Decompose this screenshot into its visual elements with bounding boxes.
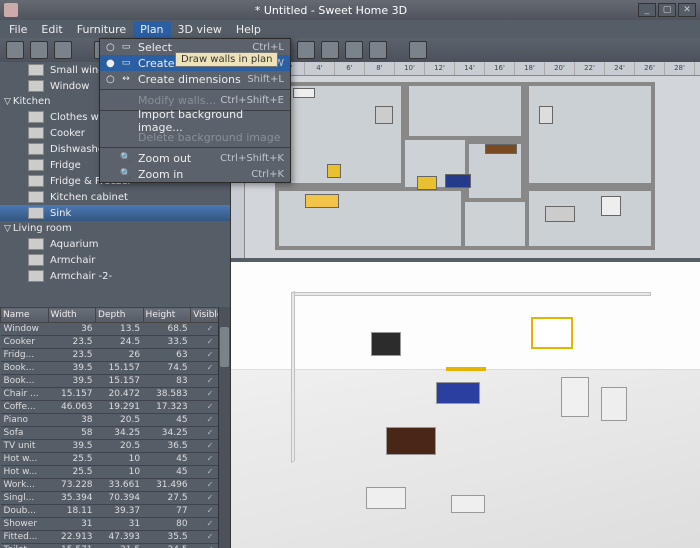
- col-header[interactable]: Width: [48, 308, 96, 323]
- catalog-item-label: Armchair: [50, 255, 95, 266]
- table-row[interactable]: Sofa5834.2534.25: [1, 427, 230, 440]
- dimension-mode-button[interactable]: [369, 41, 387, 59]
- catalog-swatch-icon: [28, 159, 44, 171]
- col-header[interactable]: Depth: [96, 308, 144, 323]
- menu-edit[interactable]: Edit: [34, 21, 69, 38]
- table-row[interactable]: Work...73.22833.66131.496: [1, 479, 230, 492]
- catalog-item[interactable]: Aquarium: [0, 236, 230, 252]
- table-row[interactable]: Chair ...15.15720.47238.583: [1, 388, 230, 401]
- ruler-horizontal: 4"2'4'6'8'10'12'14'16'18'20'22'24'26'28'…: [245, 62, 700, 76]
- select-mode-button[interactable]: [321, 41, 339, 59]
- col-header[interactable]: Height: [143, 308, 191, 323]
- menubar: FileEditFurniturePlan3D viewHelp: [0, 20, 700, 38]
- table-row[interactable]: Cooker23.524.533.5: [1, 336, 230, 349]
- window-controls: _ ▢ ✕: [638, 3, 696, 17]
- right-pane: 4"2'4'6'8'10'12'14'16'18'20'22'24'26'28'…: [231, 62, 700, 548]
- catalog-item-label: Aquarium: [50, 239, 98, 250]
- table-row[interactable]: TV unit39.520.536.5: [1, 440, 230, 453]
- catalog-item[interactable]: Sink: [0, 205, 230, 221]
- tooltip: Draw walls in plan: [175, 52, 278, 67]
- add-furniture-button[interactable]: [297, 41, 315, 59]
- catalog-item[interactable]: Armchair: [0, 252, 230, 268]
- furniture-table[interactable]: NameWidthDepthHeightVisibleWindow3613.56…: [0, 307, 230, 548]
- catalog-item-label: Kitchen cabinet: [50, 192, 128, 203]
- table-row[interactable]: Toilet ...15.57131.524.5: [1, 544, 230, 548]
- menu-plan[interactable]: Plan: [133, 21, 170, 38]
- menu-3d-view[interactable]: 3D view: [171, 21, 229, 38]
- catalog-swatch-icon: [28, 270, 44, 282]
- new-button[interactable]: [6, 41, 24, 59]
- table-scrollbar[interactable]: [218, 307, 230, 548]
- menu-item-zoom-in[interactable]: 🔍Zoom inCtrl+K: [100, 166, 290, 182]
- catalog-item[interactable]: Kitchen cabinet: [0, 189, 230, 205]
- save-button[interactable]: [54, 41, 72, 59]
- wall-mode-button[interactable]: [345, 41, 363, 59]
- table-row[interactable]: Shower313180: [1, 518, 230, 531]
- plan-canvas[interactable]: [245, 76, 700, 258]
- menu-item-import-background-image-[interactable]: Import background image...: [100, 113, 290, 129]
- scroll-thumb[interactable]: [220, 327, 229, 367]
- catalog-item-label: Sink: [50, 208, 71, 219]
- toolbar-right-segment: [291, 38, 700, 62]
- close-button[interactable]: ✕: [678, 3, 696, 17]
- plan-view[interactable]: 4"2'4'6'8'10'12'14'16'18'20'22'24'26'28'…: [231, 62, 700, 262]
- catalog-item-label: Window: [50, 81, 89, 92]
- menu-item-zoom-out[interactable]: 🔍Zoom outCtrl+Shift+K: [100, 150, 290, 166]
- app-icon: [4, 3, 18, 17]
- furniture-table-wrap: NameWidthDepthHeightVisibleWindow3613.56…: [0, 307, 230, 548]
- menu-help[interactable]: Help: [229, 21, 268, 38]
- menu-item-delete-background-image: Delete background image: [100, 129, 290, 145]
- table-row[interactable]: Book...39.515.15774.5: [1, 362, 230, 375]
- catalog-group-living-room[interactable]: ▽Living room: [0, 221, 230, 236]
- catalog-swatch-icon: [28, 207, 44, 219]
- catalog-swatch-icon: [28, 64, 44, 76]
- table-row[interactable]: Book...39.515.15783: [1, 375, 230, 388]
- minimize-button[interactable]: _: [638, 3, 656, 17]
- table-row[interactable]: Fitted...22.91347.39335.5: [1, 531, 230, 544]
- table-row[interactable]: Window3613.568.5: [1, 323, 230, 336]
- menu-file[interactable]: File: [2, 21, 34, 38]
- window-title: * Untitled - Sweet Home 3D: [24, 4, 638, 17]
- catalog-swatch-icon: [28, 254, 44, 266]
- open-button[interactable]: [30, 41, 48, 59]
- table-row[interactable]: Singl...35.39470.39427.5: [1, 492, 230, 505]
- maximize-button[interactable]: ▢: [658, 3, 676, 17]
- table-row[interactable]: Hot w...25.51045: [1, 453, 230, 466]
- menu-furniture[interactable]: Furniture: [70, 21, 133, 38]
- catalog-swatch-icon: [28, 127, 44, 139]
- catalog-item-label: Armchair -2-: [50, 271, 112, 282]
- menu-item-modify-walls-: Modify walls...Ctrl+Shift+E: [100, 92, 290, 108]
- catalog-swatch-icon: [28, 143, 44, 155]
- titlebar: * Untitled - Sweet Home 3D _ ▢ ✕: [0, 0, 700, 20]
- table-row[interactable]: Fridg...23.52663: [1, 349, 230, 362]
- catalog-swatch-icon: [28, 80, 44, 92]
- col-header[interactable]: Name: [1, 308, 49, 323]
- catalog-swatch-icon: [28, 175, 44, 187]
- table-row[interactable]: Piano3820.545: [1, 414, 230, 427]
- catalog-item[interactable]: Armchair -2-: [0, 268, 230, 284]
- table-row[interactable]: Coffe...46.06319.29117.323: [1, 401, 230, 414]
- catalog-swatch-icon: [28, 111, 44, 123]
- help-button[interactable]: [409, 41, 427, 59]
- menu-item-create-dimensions[interactable]: ○↔Create dimensionsShift+L: [100, 71, 290, 87]
- catalog-item-label: Cooker: [50, 128, 85, 139]
- view-3d[interactable]: [231, 262, 700, 548]
- table-row[interactable]: Doub...18.1139.3777: [1, 505, 230, 518]
- table-row[interactable]: Hot w...25.51045: [1, 466, 230, 479]
- catalog-item-label: Fridge: [50, 160, 81, 171]
- catalog-swatch-icon: [28, 191, 44, 203]
- catalog-swatch-icon: [28, 238, 44, 250]
